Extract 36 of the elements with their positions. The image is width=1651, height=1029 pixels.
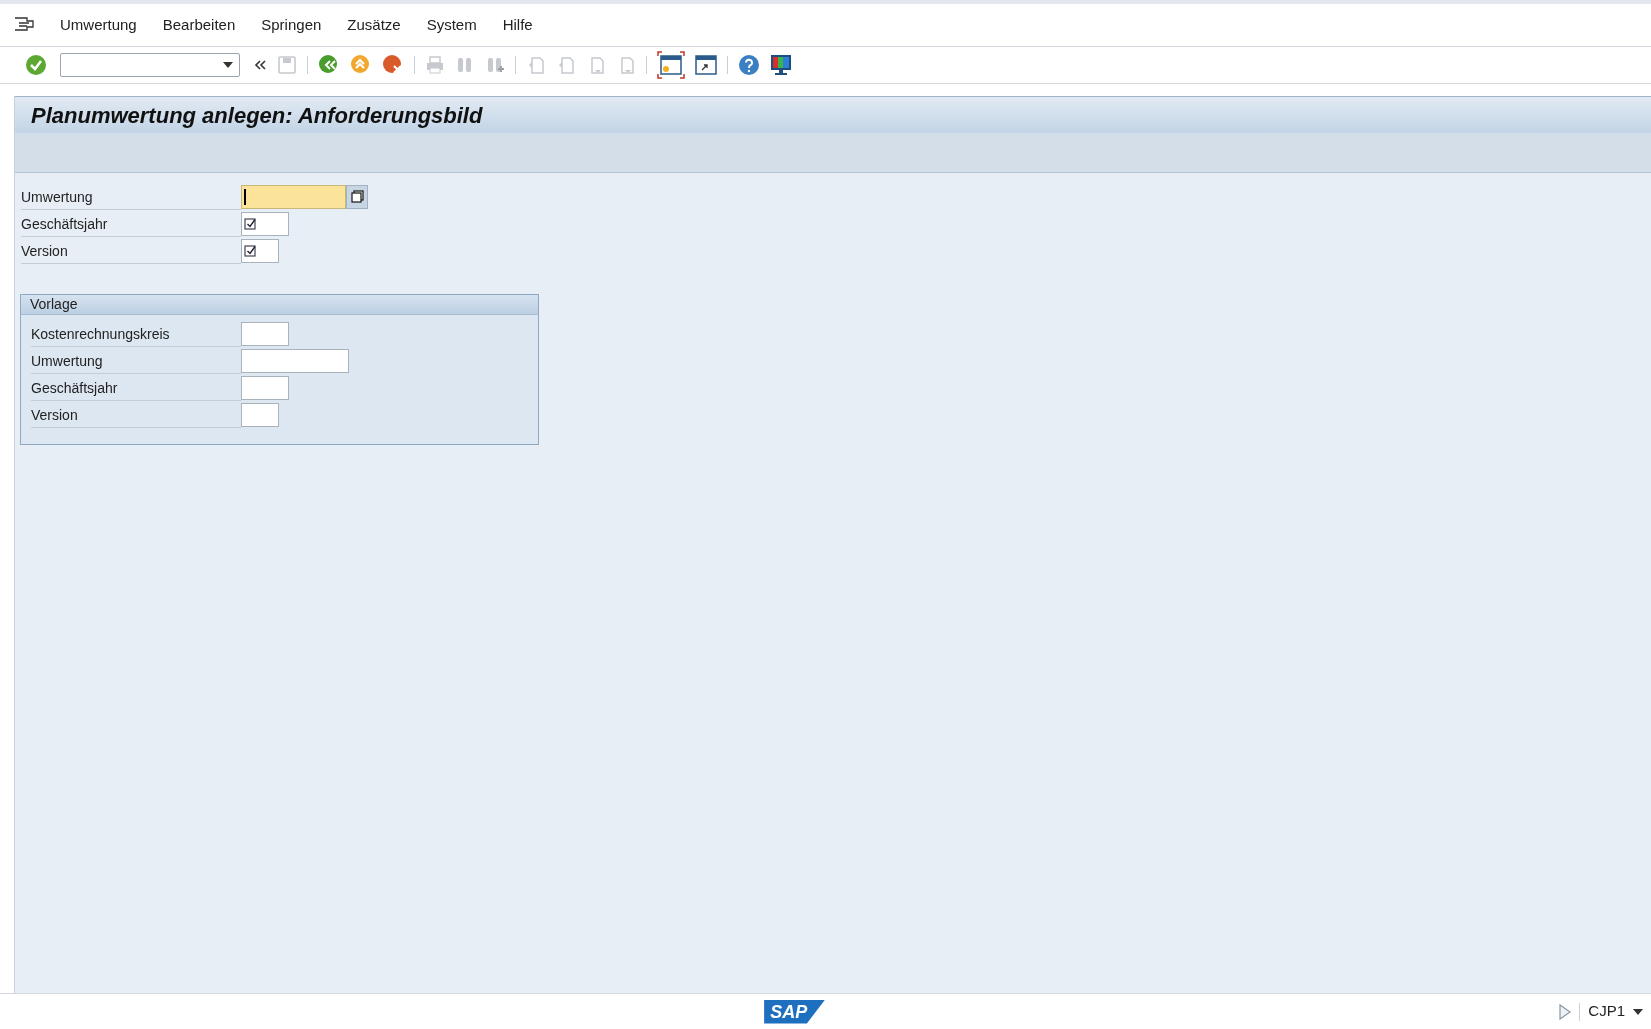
play-icon[interactable] xyxy=(1559,1003,1572,1020)
required-entry-icon xyxy=(244,216,258,231)
field-label: Umwertung xyxy=(31,347,241,374)
input-field[interactable] xyxy=(241,375,289,400)
field-label: Version xyxy=(21,237,241,264)
menu-item[interactable]: Zusätze xyxy=(347,13,401,37)
field-label: Version xyxy=(31,401,241,428)
menu-item[interactable]: Hilfe xyxy=(502,13,533,37)
value-help-button[interactable] xyxy=(346,184,368,209)
new-window-icon[interactable] xyxy=(654,51,688,79)
field-label: Geschäftsjahr xyxy=(21,210,241,237)
menu-item[interactable]: System xyxy=(426,13,477,37)
required-entry-icon xyxy=(244,243,258,258)
input-field[interactable] xyxy=(241,238,279,263)
menu-item[interactable]: Springen xyxy=(261,13,322,37)
caret-icon[interactable] xyxy=(1633,1008,1643,1015)
dropdown-caret-icon xyxy=(223,62,233,68)
transaction-code: CJP1 xyxy=(1588,1001,1625,1022)
input-field[interactable] xyxy=(241,211,289,236)
text-cursor xyxy=(244,188,246,205)
field-label: Geschäftsjahr xyxy=(31,374,241,401)
copy-icon xyxy=(350,190,364,203)
menu-icon[interactable] xyxy=(14,17,34,33)
logo: SAP xyxy=(764,999,826,1024)
command-field[interactable] xyxy=(60,53,240,77)
input-field[interactable] xyxy=(241,321,289,346)
input-field[interactable] xyxy=(241,348,349,373)
menu-item[interactable]: Bearbeiten xyxy=(162,13,236,37)
field-label: Umwertung xyxy=(21,183,241,210)
field-label: Kostenrechnungskreis xyxy=(31,320,241,347)
shortcut-window-icon[interactable] xyxy=(692,54,720,76)
input-field[interactable] xyxy=(241,184,346,209)
input-field[interactable] xyxy=(241,402,279,427)
screen-title: Planumwertung anlegen: Anforderungsbild xyxy=(31,101,483,130)
group-title: Vorlage xyxy=(30,295,78,314)
menu-item[interactable]: Umwertung xyxy=(60,13,137,37)
